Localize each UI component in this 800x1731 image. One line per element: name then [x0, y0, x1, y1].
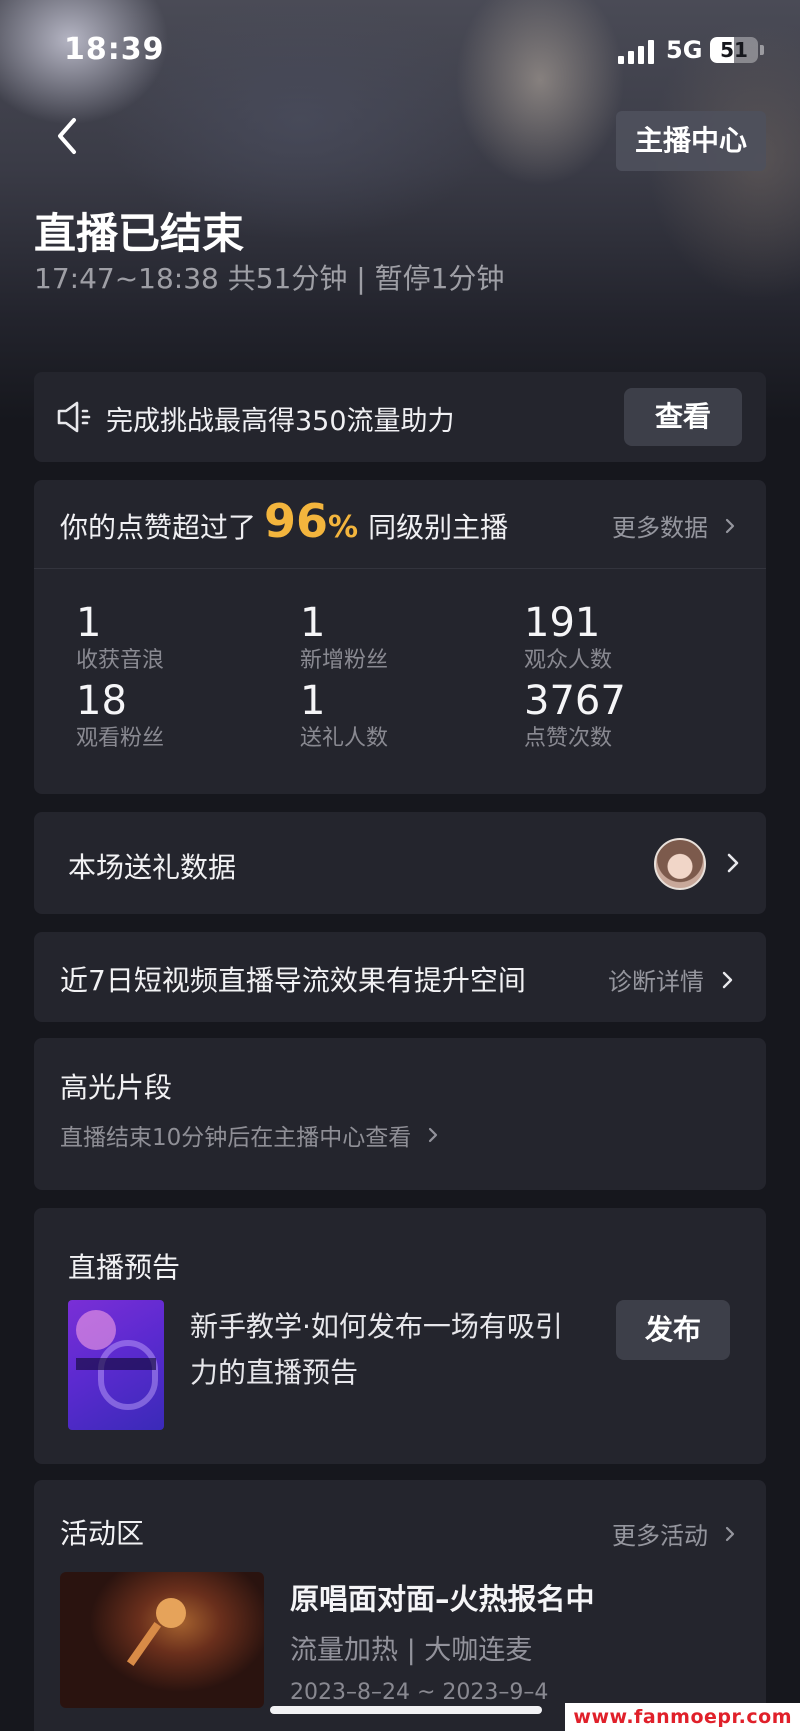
- more-activities-link[interactable]: 更多活动: [612, 1516, 738, 1551]
- network-label: 5G: [666, 36, 703, 64]
- preview-title: 直播预告: [68, 1251, 181, 1284]
- live-ended-screen: 18:39 5G 51 主播中心 直播已结束 17:47~18:38 共51分钟…: [0, 0, 800, 1731]
- stat-value: 3767: [524, 678, 626, 724]
- gift-data-title: 本场送礼数据: [68, 851, 237, 884]
- battery-tip: [760, 45, 764, 55]
- like-percent-value: 96: [264, 494, 329, 548]
- thumbnail-decoration: [76, 1310, 116, 1350]
- battery-icon: 51: [710, 37, 758, 63]
- challenge-banner[interactable]: 完成挑战最高得350流量助力 查看: [34, 372, 766, 462]
- stat-label: 观众人数: [524, 648, 613, 673]
- stat-label: 点赞次数: [524, 726, 613, 751]
- stat-follower-viewers: 18 观看粉丝: [76, 678, 276, 754]
- stat-label: 观看粉丝: [76, 726, 165, 751]
- highlight-subtitle-text: 直播结束10分钟后在主播中心查看: [60, 1125, 412, 1151]
- stat-label: 送礼人数: [300, 726, 389, 751]
- battery-level: 51: [720, 38, 748, 62]
- microphone-head: [156, 1598, 186, 1628]
- activity-thumbnail[interactable]: [60, 1572, 264, 1708]
- view-button[interactable]: 查看: [624, 388, 742, 446]
- activity-item-tags: 流量加热 | 大咖连麦: [290, 1635, 533, 1666]
- stat-likes: 3767 点赞次数: [524, 678, 724, 754]
- divider: [34, 568, 766, 569]
- signal-icon: [618, 40, 656, 64]
- like-summary-prefix: 你的点赞超过了: [60, 511, 257, 544]
- diagnosis-details-label: 诊断详情: [608, 968, 704, 996]
- stat-new-followers: 1 新增粉丝: [300, 600, 500, 676]
- activity-item-title[interactable]: 原唱面对面–火热报名中: [290, 1576, 595, 1618]
- live-stats-card: 你的点赞超过了 96 % 同级别主播 更多数据 1 收获音浪 1 新增粉丝 19…: [34, 480, 766, 794]
- activity-title: 活动区: [60, 1517, 145, 1550]
- anchor-center-button[interactable]: 主播中心: [616, 111, 766, 171]
- live-preview-card: 直播预告 新手教学·如何发布一场有吸引力的直播预告 发布: [34, 1208, 766, 1464]
- stat-value: 18: [76, 678, 127, 724]
- home-indicator[interactable]: [270, 1706, 542, 1714]
- like-summary: 你的点赞超过了 96 % 同级别主播: [60, 494, 508, 566]
- stat-label: 收获音浪: [76, 648, 165, 673]
- like-percent-sign: %: [328, 510, 359, 545]
- chevron-right-icon: [725, 1526, 735, 1541]
- gift-data-row[interactable]: 本场送礼数据: [34, 812, 766, 914]
- stat-gift-senders: 1 送礼人数: [300, 678, 500, 754]
- preview-description[interactable]: 新手教学·如何发布一场有吸引力的直播预告: [190, 1304, 580, 1396]
- diagnosis-details-link[interactable]: 诊断详情: [608, 962, 738, 997]
- challenge-text: 完成挑战最高得350流量助力: [106, 406, 455, 437]
- page-title: 直播已结束: [34, 209, 245, 258]
- stat-value: 1: [300, 600, 326, 646]
- stat-label: 新增粉丝: [300, 648, 389, 673]
- watermark: www.fanmoepr.com: [565, 1703, 800, 1731]
- avatar: [654, 838, 706, 890]
- highlight-title: 高光片段: [60, 1071, 173, 1104]
- activity-area-card: 活动区 更多活动 原唱面对面–火热报名中 流量加热 | 大咖连麦 2023–8–…: [34, 1480, 766, 1731]
- diagnosis-row[interactable]: 近7日短视频直播导流效果有提升空间 诊断详情: [34, 932, 766, 1022]
- stat-viewers: 191 观众人数: [524, 600, 724, 676]
- activity-item-dates: 2023–8–24 ~ 2023–9–4: [290, 1680, 549, 1705]
- chevron-left-icon: [58, 118, 76, 154]
- highlight-clips-card[interactable]: 高光片段 直播结束10分钟后在主播中心查看: [34, 1038, 766, 1190]
- like-summary-suffix: 同级别主播: [368, 511, 509, 544]
- microphone-icon: [126, 1622, 162, 1666]
- preview-thumbnail[interactable]: [68, 1300, 164, 1430]
- chevron-right-icon: [429, 1127, 438, 1143]
- stat-gifts-received: 1 收获音浪: [76, 600, 276, 676]
- stat-value: 191: [524, 600, 601, 646]
- thumbnail-decoration: [98, 1340, 158, 1410]
- diagnosis-title: 近7日短视频直播导流效果有提升空间: [60, 964, 526, 997]
- chevron-right-icon: [725, 518, 735, 533]
- stat-value: 1: [300, 678, 326, 724]
- more-data-label: 更多数据: [612, 514, 708, 542]
- live-duration: 17:47~18:38 共51分钟 | 暂停1分钟: [34, 262, 505, 295]
- stat-value: 1: [76, 600, 102, 646]
- back-button[interactable]: [46, 110, 90, 162]
- publish-button[interactable]: 发布: [616, 1300, 730, 1360]
- status-bar: 18:39 5G 51: [0, 0, 800, 100]
- highlight-subtitle: 直播结束10分钟后在主播中心查看: [60, 1118, 441, 1152]
- chevron-right-icon: [727, 853, 739, 873]
- speaker-icon: [57, 401, 91, 433]
- status-time: 18:39: [64, 32, 165, 67]
- chevron-right-icon: [722, 971, 733, 988]
- more-activities-label: 更多活动: [612, 1522, 708, 1550]
- more-data-link[interactable]: 更多数据: [612, 508, 738, 543]
- thumbnail-decoration: [76, 1358, 156, 1370]
